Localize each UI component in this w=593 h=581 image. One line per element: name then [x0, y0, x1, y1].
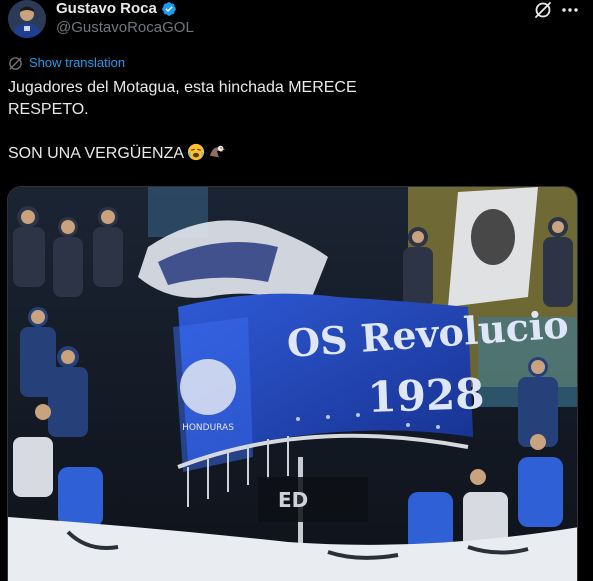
user-handle[interactable]: @GustavoRocaGOL [56, 19, 194, 37]
banner-text-line-2: 1928 [367, 369, 486, 422]
tweet-text-line-3: SON UNA VERGÜENZA [8, 143, 578, 165]
tweet-media-image[interactable]: HONDURAS OS Revolucio 1928 ED [7, 186, 578, 581]
stadium-fans-photo: HONDURAS OS Revolucio 1928 ED [8, 187, 577, 581]
globe-icon [9, 56, 22, 70]
weary-face-emoji-icon [187, 143, 205, 161]
show-translation-label[interactable]: Show translation [29, 55, 125, 71]
tweet-header: Gustavo Roca @GustavoRocaGOL [0, 0, 593, 44]
eagle-emoji-icon [209, 145, 226, 158]
avatar[interactable] [8, 0, 46, 38]
show-translation-link[interactable]: Show translation [8, 55, 125, 71]
more-options-icon[interactable] [560, 0, 580, 20]
tweet-text-line-3-text: SON UNA VERGÜENZA [8, 145, 185, 162]
name-row: Gustavo Roca [56, 0, 177, 18]
tweet-text-line-1: Jugadores del Motagua, esta hinchada MER… [8, 79, 357, 96]
grok-icon[interactable] [533, 0, 553, 20]
tweet-text-line-2: RESPETO. [8, 101, 89, 118]
barrier-text: ED [278, 488, 308, 512]
banner-side-text: HONDURAS [182, 423, 234, 433]
verified-badge-icon [162, 2, 176, 16]
tweet-text-spacer [8, 121, 578, 143]
display-name[interactable]: Gustavo Roca [56, 0, 157, 18]
tweet-card: Gustavo Roca @GustavoRocaGOL Show transl… [0, 0, 593, 581]
tweet-text: Jugadores del Motagua, esta hinchada MER… [8, 77, 578, 165]
